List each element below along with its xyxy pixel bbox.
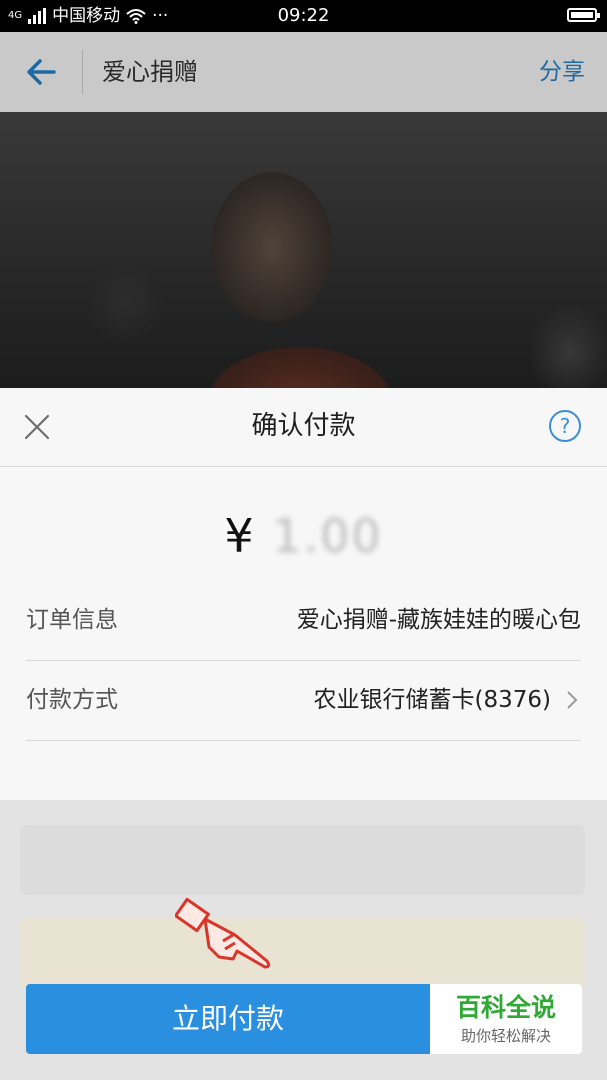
watermark-logo: 百科全说 助你轻松解决 (430, 984, 582, 1054)
order-info-label: 订单信息 (26, 607, 118, 633)
currency-symbol: ¥ (224, 509, 256, 563)
watermark-title: 百科全说 (455, 993, 556, 1022)
back-arrow-icon (27, 59, 56, 85)
payment-method-value: 农业银行储蓄卡(8376) (313, 687, 551, 713)
back-button[interactable] (20, 52, 64, 92)
pay-now-label: 立即付款 (171, 1002, 284, 1035)
clock: 09:22 (277, 5, 330, 26)
order-info-row: 订单信息 爱心捐赠-藏族娃娃的暖心包 (26, 584, 581, 661)
sheet-title: 确认付款 (251, 411, 356, 441)
pay-now-button[interactable]: 立即付款 (26, 984, 430, 1054)
payment-method-row[interactable]: 付款方式 农业银行储蓄卡(8376) (26, 664, 581, 741)
payment-method-label: 付款方式 (26, 687, 118, 713)
payment-sheet: 确认付款 ? ¥ 1.00 订单信息 爱心捐赠-藏族娃娃的暖心包 付款方式 农业… (0, 388, 607, 800)
banner-photo (0, 112, 607, 390)
share-button[interactable]: 分享 (539, 54, 585, 90)
status-bar: 4G 中国移动 ··· 09:22 (0, 0, 607, 32)
battery-icon (567, 8, 600, 22)
payment-amount: ¥ 1.00 (0, 508, 607, 564)
chevron-right-icon (567, 691, 578, 709)
order-info-value: 爱心捐赠-藏族娃娃的暖心包 (296, 607, 581, 633)
amount-value-obscured: 1.00 (272, 509, 383, 563)
background-donate-bar (20, 918, 585, 988)
app-header: 爱心捐赠 分享 (0, 32, 607, 112)
sheet-header: 确认付款 ? (0, 388, 607, 467)
page-title: 爱心捐赠 (102, 58, 198, 86)
header-divider (82, 50, 83, 94)
help-icon[interactable]: ? (549, 410, 581, 442)
pointing-hand-icon (175, 897, 271, 969)
background-amount-options (20, 825, 585, 895)
watermark-subtitle: 助你轻松解决 (460, 1027, 551, 1045)
